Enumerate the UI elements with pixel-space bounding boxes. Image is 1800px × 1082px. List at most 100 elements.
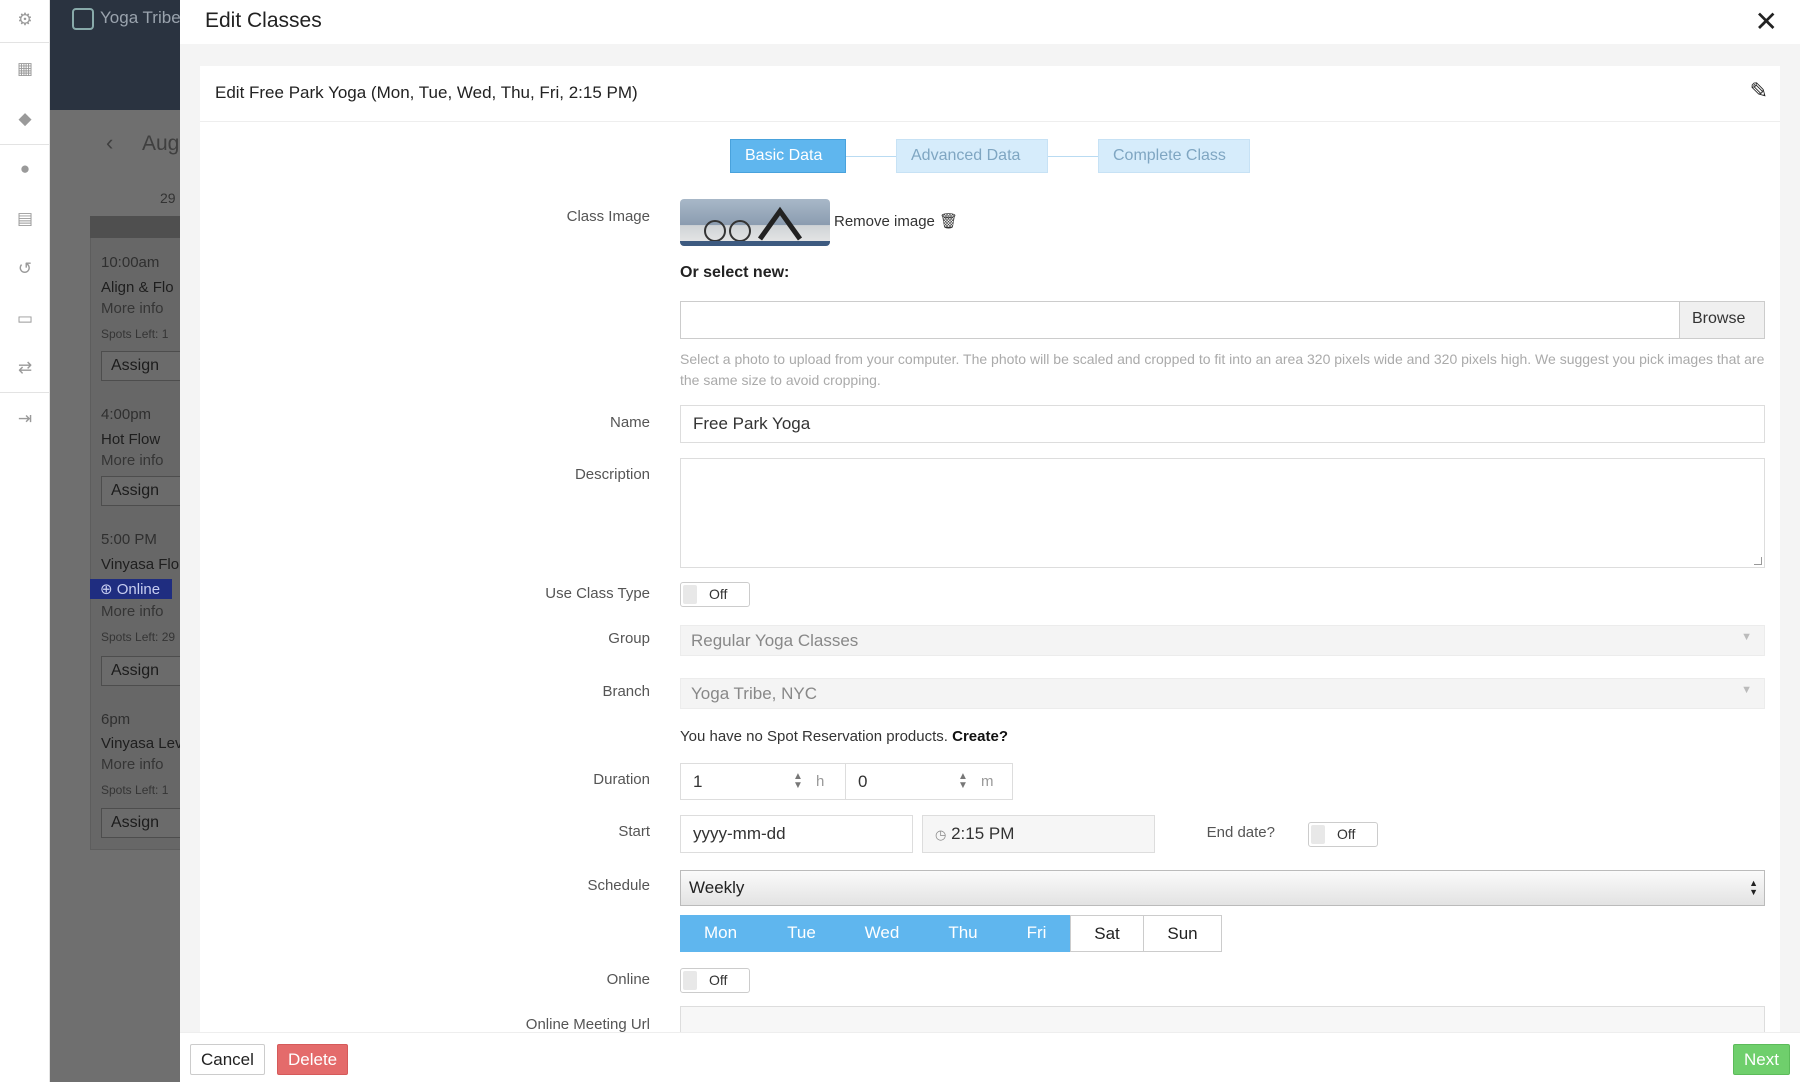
calendar-day-number: 29 bbox=[160, 190, 176, 206]
weekday-selector: Mon Tue Wed Thu Fri Sat Sun bbox=[680, 915, 1222, 952]
day-mon[interactable]: Mon bbox=[680, 915, 762, 952]
event-name: Vinyasa Lev bbox=[101, 735, 180, 752]
schedule-value: Weekly bbox=[689, 878, 745, 897]
schedule-select[interactable]: Weekly ▲ ▼ bbox=[680, 870, 1765, 906]
toggle-knob bbox=[683, 971, 697, 990]
start-date-input[interactable]: yyyy-mm-dd bbox=[680, 815, 913, 853]
duration-minutes-input[interactable]: 0 ▲ ▼ m bbox=[845, 763, 1013, 800]
modal-title: Edit Classes bbox=[205, 9, 322, 32]
close-icon[interactable]: ✕ bbox=[1755, 5, 1778, 38]
background-calendar: Yoga Tribe ‹ Aug 29 10:00am Align & Flo … bbox=[50, 0, 180, 1082]
toggle-state: Off bbox=[709, 972, 728, 988]
name-label: Name bbox=[609, 414, 650, 431]
sidebar-divider bbox=[0, 144, 50, 145]
event-more-info: More info bbox=[101, 756, 164, 773]
event-assign-button: Assign bbox=[101, 351, 180, 381]
event-assign-button: Assign bbox=[101, 476, 180, 506]
graduation-cap-icon[interactable]: ◆ bbox=[13, 108, 37, 130]
toggle-state: Off bbox=[1337, 826, 1356, 842]
step-connector bbox=[846, 156, 896, 157]
start-time-input[interactable]: ◷ 2:15 PM bbox=[922, 815, 1155, 853]
exchange-icon[interactable]: ⇄ bbox=[13, 357, 37, 379]
class-image-thumbnail bbox=[680, 199, 830, 246]
history-icon[interactable]: ↺ bbox=[13, 258, 37, 280]
stepper-arrows-icon[interactable]: ▲ ▼ bbox=[793, 772, 803, 791]
event-name: Hot Flow bbox=[101, 431, 161, 448]
online-meeting-url-input[interactable] bbox=[680, 1006, 1765, 1032]
event-name: Vinyasa Flo bbox=[101, 556, 180, 573]
start-label: Start bbox=[618, 823, 650, 840]
cancel-button[interactable]: Cancel bbox=[190, 1044, 265, 1075]
description-textarea[interactable] bbox=[680, 458, 1765, 568]
event-time: 5:00 PM bbox=[101, 531, 157, 548]
spot-reservation-notice: You have no Spot Reservation products. C… bbox=[680, 728, 1008, 745]
duration-hours-value: 1 bbox=[693, 772, 703, 791]
calendar-icon[interactable]: ▤ bbox=[13, 208, 37, 230]
event-more-info: More info bbox=[101, 452, 164, 469]
event-spots: Spots Left: 1 bbox=[101, 783, 169, 797]
description-label: Description bbox=[574, 466, 650, 483]
event-more-info: More info bbox=[101, 300, 164, 317]
duration-hours-input[interactable]: 1 ▲ ▼ h bbox=[680, 763, 848, 800]
end-date-label: End date? bbox=[1206, 824, 1275, 841]
select-arrows-icon: ▲ ▼ bbox=[1749, 878, 1758, 897]
upload-help-text: Select a photo to upload from your compu… bbox=[680, 351, 1765, 388]
use-class-type-label: Use Class Type bbox=[545, 585, 650, 602]
use-class-type-toggle[interactable]: Off bbox=[680, 582, 750, 607]
stepper-arrows-icon[interactable]: ▲ ▼ bbox=[958, 772, 968, 791]
edit-panel: Edit Free Park Yoga (Mon, Tue, Wed, Thu,… bbox=[200, 66, 1780, 1032]
settings-cogs-icon[interactable]: ⚙ bbox=[13, 9, 37, 31]
duration-label: Duration bbox=[593, 771, 650, 788]
panel-header: Edit Free Park Yoga (Mon, Tue, Wed, Thu,… bbox=[200, 66, 1780, 122]
delete-button[interactable]: Delete bbox=[277, 1044, 349, 1075]
chevron-left-icon: ‹ bbox=[106, 130, 114, 155]
browse-button[interactable]: Browse bbox=[1679, 302, 1764, 338]
background-header: Yoga Tribe bbox=[50, 0, 180, 110]
event-time: 4:00pm bbox=[101, 406, 152, 423]
user-icon[interactable]: ● bbox=[13, 158, 37, 180]
yoga-photo-image bbox=[680, 206, 830, 246]
event-spots: Spots Left: 29 bbox=[101, 630, 176, 644]
branch-value: Yoga Tribe, NYC bbox=[691, 684, 817, 703]
event-time: 10:00am bbox=[101, 254, 160, 271]
event-assign-button: Assign bbox=[101, 808, 180, 838]
end-date-toggle[interactable]: Off bbox=[1308, 822, 1378, 847]
edit-icon[interactable]: ✎ bbox=[1750, 78, 1768, 104]
toggle-knob bbox=[1311, 825, 1325, 844]
event-spots: Spots Left: 1 bbox=[101, 327, 169, 341]
resize-handle-icon[interactable] bbox=[1754, 557, 1762, 565]
step-complete-class[interactable]: Complete Class bbox=[1098, 139, 1250, 173]
day-sat[interactable]: Sat bbox=[1070, 915, 1144, 952]
sign-out-icon[interactable]: ⇥ bbox=[13, 408, 37, 430]
step-basic-data[interactable]: Basic Data bbox=[730, 139, 846, 173]
schedule-label: Schedule bbox=[587, 877, 650, 894]
online-toggle[interactable]: Off bbox=[680, 968, 750, 993]
toggle-state: Off bbox=[709, 586, 728, 602]
online-label: Online bbox=[606, 971, 650, 988]
group-value: Regular Yoga Classes bbox=[691, 631, 859, 650]
class-image-label: Class Image bbox=[566, 208, 650, 225]
remove-image-link[interactable]: Remove image 🗑 bbox=[834, 212, 958, 230]
duration-minutes-value: 0 bbox=[858, 772, 868, 791]
dashboard-icon[interactable]: ▦ bbox=[13, 58, 37, 80]
day-wed[interactable]: Wed bbox=[842, 915, 923, 952]
next-button[interactable]: Next bbox=[1733, 1044, 1790, 1075]
file-upload-input[interactable]: Browse bbox=[680, 301, 1765, 339]
day-tue[interactable]: Tue bbox=[762, 915, 842, 952]
left-sidebar: ⚙ ▦ ◆ ● ▤ ↺ ▭ ⇄ ⇥ bbox=[0, 0, 50, 1082]
toggle-knob bbox=[683, 585, 697, 604]
day-sun[interactable]: Sun bbox=[1144, 915, 1222, 952]
calendar-day-header bbox=[90, 216, 180, 238]
day-fri[interactable]: Fri bbox=[1004, 915, 1070, 952]
trash-icon: 🗑 bbox=[939, 213, 959, 230]
money-icon[interactable]: ▭ bbox=[13, 308, 37, 330]
create-link[interactable]: Create? bbox=[952, 728, 1008, 745]
event-assign-button: Assign bbox=[101, 656, 180, 686]
branch-label: Branch bbox=[602, 683, 650, 700]
day-thu[interactable]: Thu bbox=[923, 915, 1004, 952]
step-advanced-data[interactable]: Advanced Data bbox=[896, 139, 1048, 173]
edit-classes-modal: Edit Classes ✕ Edit Free Park Yoga (Mon,… bbox=[180, 0, 1800, 1082]
event-name: Align & Flo bbox=[101, 279, 174, 296]
name-input[interactable]: Free Park Yoga bbox=[680, 405, 1765, 443]
step-connector bbox=[1048, 156, 1098, 157]
